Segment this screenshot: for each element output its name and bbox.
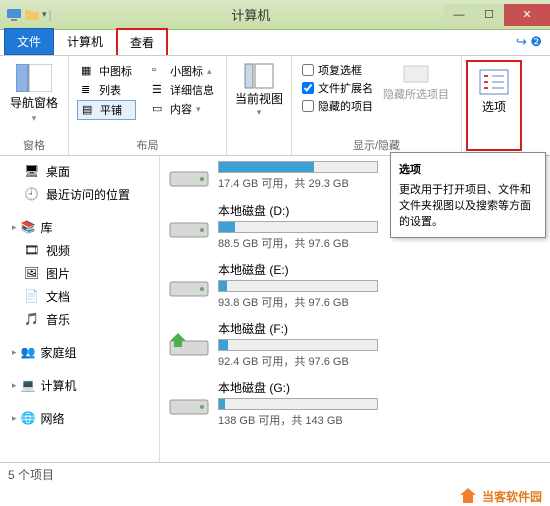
drive-icon — [168, 211, 210, 243]
sidebar: 🖥桌面 🕘最近访问的位置 ▸📚库 🎞视频 🖼图片 📄文档 🎵音乐 ▸👥家庭组 ▸… — [0, 156, 160, 486]
chevron-down-icon: ▾ — [257, 107, 262, 118]
picture-icon: 🖼 — [24, 266, 40, 282]
computer-icon — [6, 7, 22, 23]
nav-pane-button[interactable]: 导航窗格 ▾ — [6, 60, 62, 135]
recent-icon: 🕘 — [24, 187, 40, 203]
sidebar-item-desktop[interactable]: 🖥桌面 — [0, 160, 159, 183]
sidebar-group-computer[interactable]: ▸💻计算机 — [0, 374, 159, 397]
library-icon: 📚 — [21, 220, 37, 236]
layout-list[interactable]: ≣列表 — [77, 81, 136, 99]
checkbox-hidden-items[interactable]: 隐藏的项目 — [302, 98, 373, 114]
sidebar-group-libraries[interactable]: ▸📚库 — [0, 216, 159, 239]
folder-icon — [24, 7, 40, 23]
options-tooltip: 选项 更改用于打开项目、文件和文件夹视图以及搜索等方面的设置。 — [390, 152, 546, 238]
sidebar-item-recent[interactable]: 🕘最近访问的位置 — [0, 183, 159, 206]
sidebar-item-music[interactable]: 🎵音乐 — [0, 308, 159, 331]
sidebar-group-network[interactable]: ▸🌐网络 — [0, 407, 159, 430]
checkbox-file-extensions[interactable]: 文件扩展名 — [302, 80, 373, 96]
chevron-down-icon: ▾ — [32, 113, 37, 124]
drive-item[interactable]: 本地磁盘 (F:) 92.4 GB 可用，共 97.6 GB — [168, 320, 542, 369]
group-layout: 布局 — [75, 135, 220, 155]
hide-icon — [402, 62, 430, 86]
title-bar: ▾ | 计算机 — ☐ ✕ — [0, 0, 550, 30]
current-view-button[interactable]: 当前视图 ▾ — [233, 60, 285, 139]
document-icon: 📄 — [24, 289, 40, 305]
sidebar-group-homegroup[interactable]: ▸👥家庭组 — [0, 341, 159, 364]
status-bar: 5 个项目 — [0, 462, 550, 486]
ribbon: 导航窗格 ▾ 窗格 ▦中图标 ≣列表 ▤平铺 ▫小图标▴ ☰详细信息 ▭内容▾ … — [0, 56, 550, 156]
drive-icon — [168, 270, 210, 302]
maximize-button[interactable]: ☐ — [474, 4, 504, 26]
music-icon: 🎵 — [24, 312, 40, 328]
nav-pane-icon — [16, 64, 52, 92]
layout-tiles[interactable]: ▤平铺 — [77, 100, 136, 120]
drive-item[interactable]: 本地磁盘 (E:) 93.8 GB 可用，共 97.6 GB — [168, 261, 542, 310]
drive-item[interactable]: 本地磁盘 (G:) 138 GB 可用，共 143 GB — [168, 379, 542, 428]
homegroup-icon: 👥 — [21, 345, 37, 361]
desktop-icon: 🖥 — [24, 164, 40, 180]
drive-icon — [168, 388, 210, 420]
drive-icon — [168, 160, 210, 192]
close-button[interactable]: ✕ — [504, 4, 550, 26]
ribbon-tabs: 文件 计算机 查看 ↪ ❷ — [0, 30, 550, 56]
window-title: 计算机 — [58, 5, 444, 24]
drive-icon — [168, 329, 210, 361]
layout-small-icons[interactable]: ▫小图标▴ — [148, 62, 218, 80]
watermark: 当客软件园 — [458, 486, 542, 506]
sidebar-item-video[interactable]: 🎞视频 — [0, 239, 159, 262]
video-icon: 🎞 — [24, 243, 40, 259]
options-icon — [478, 68, 510, 96]
tab-file[interactable]: 文件 — [4, 28, 54, 55]
minimize-button[interactable]: — — [444, 4, 474, 26]
chevron-down-icon[interactable]: ▾ — [42, 9, 47, 20]
status-text: 5 个项目 — [8, 466, 54, 483]
tab-view[interactable]: 查看 — [116, 28, 168, 55]
house-icon — [458, 486, 478, 506]
sidebar-item-documents[interactable]: 📄文档 — [0, 285, 159, 308]
checkbox-item-checkboxes[interactable]: 项复选框 — [302, 62, 373, 78]
network-icon: 🌐 — [21, 411, 37, 427]
layout-medium-icons[interactable]: ▦中图标 — [77, 62, 136, 80]
tab-computer[interactable]: 计算机 — [54, 28, 116, 55]
computer-icon: 💻 — [21, 378, 37, 394]
layout-details[interactable]: ☰详细信息 — [148, 81, 218, 99]
current-view-icon — [243, 62, 275, 90]
options-button[interactable]: 选项 — [466, 60, 522, 151]
help-icon[interactable]: ↪ ❷ — [516, 34, 542, 50]
sidebar-item-pictures[interactable]: 🖼图片 — [0, 262, 159, 285]
group-panes: 窗格 — [6, 135, 62, 155]
layout-content[interactable]: ▭内容▾ — [148, 100, 218, 118]
hide-selected-button: 隐藏所选项目 — [377, 60, 455, 135]
